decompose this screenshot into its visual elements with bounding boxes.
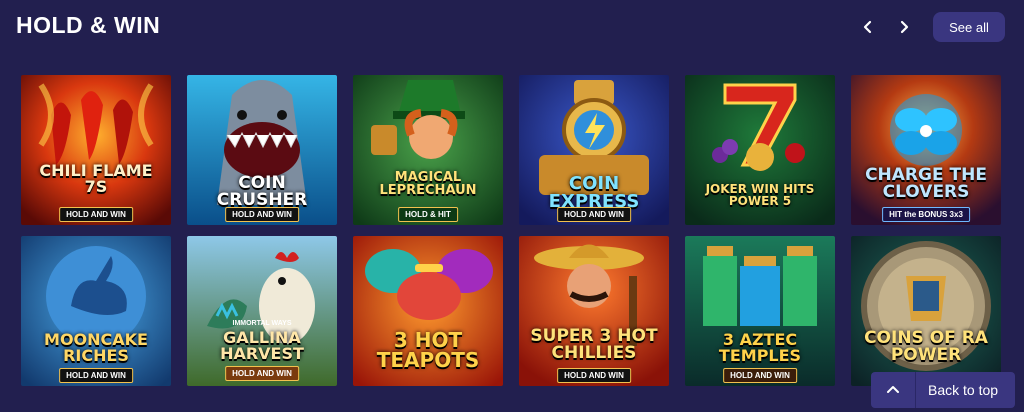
game-tile[interactable]: MAGICAL LEPRECHAUN HOLD & HIT [353,75,503,225]
game-subtitle: HOLD & HIT [398,207,458,222]
game-tile[interactable]: 3 AZTEC TEMPLES HOLD AND WIN [685,236,835,386]
game-tile[interactable]: COIN EXPRESS HOLD AND WIN [519,75,669,225]
game-title: SUPER 3 HOT CHILLIES [530,326,658,363]
game-title: COIN CRUSHER [216,173,308,210]
back-to-top-button[interactable]: Back to top [871,372,1015,408]
game-tile[interactable]: JOKER WIN HITS POWER 5 [685,75,835,225]
section-title: HOLD & WIN [16,12,161,38]
chevron-left-icon [863,20,872,34]
game-artwork [519,236,669,386]
game-subtitle: HOLD AND WIN [225,366,299,381]
game-title: CHILI FLAME 7s [39,161,153,196]
game-title: JOKER WIN HITS POWER 5 [705,182,815,208]
back-to-top-arrow [871,372,916,408]
game-subtitle: HOLD AND WIN [557,368,631,383]
game-title: MAGICAL LEPRECHAUN [379,170,477,198]
game-artwork [21,75,171,225]
carousel-prev-button[interactable] [854,13,882,41]
game-title: COIN EXPRESS [548,173,640,212]
game-subtitle: HOLD AND WIN [557,207,631,222]
see-all-button[interactable]: See all [933,12,1005,42]
game-tile[interactable]: CHARGE THE CLOVERS HIT the BONUS 3x3 [851,75,1001,225]
game-tile[interactable]: COIN CRUSHER HOLD AND WIN [187,75,337,225]
game-subtitle: HOLD AND WIN [225,207,299,222]
carousel-next-button[interactable] [890,13,918,41]
game-subtitle: HOLD AND WIN [59,207,133,222]
game-subtitle: HOLD AND WIN [723,368,797,383]
chevron-up-icon [887,386,899,393]
game-tile[interactable]: SUPER 3 HOT CHILLIES HOLD AND WIN [519,236,669,386]
game-artwork [187,236,337,386]
game-tile[interactable]: COINS OF RA POWER [851,236,1001,386]
game-artwork [851,75,1001,225]
chevron-right-icon [900,20,909,34]
game-tile[interactable]: CHILI FLAME 7s HOLD AND WIN [21,75,171,225]
game-tile[interactable]: 3 HOT TEAPOTS [353,236,503,386]
game-title: 3 AZTEC TEMPLES [718,330,802,365]
game-title: GALLINA HARVEST [220,328,304,363]
game-title: MOONCAKE RICHES [44,330,148,365]
game-title: COINS OF RA POWER [864,328,988,365]
game-tile[interactable]: MOONCAKE RICHES HOLD AND WIN [21,236,171,386]
back-to-top-label: Back to top [928,382,999,398]
game-subtitle: HIT the BONUS 3x3 [882,207,970,222]
game-subtitle: HOLD AND WIN [59,368,133,383]
game-title: 3 HOT TEAPOTS [376,328,480,372]
games-grid: CHILI FLAME 7s HOLD AND WIN COIN CRUSHER… [21,75,1001,386]
game-artwork [353,75,503,225]
game-tile[interactable]: IMMORTAL WAYS GALLINA HARVEST HOLD AND W… [187,236,337,386]
game-title: CHARGE THE CLOVERS [865,165,987,202]
